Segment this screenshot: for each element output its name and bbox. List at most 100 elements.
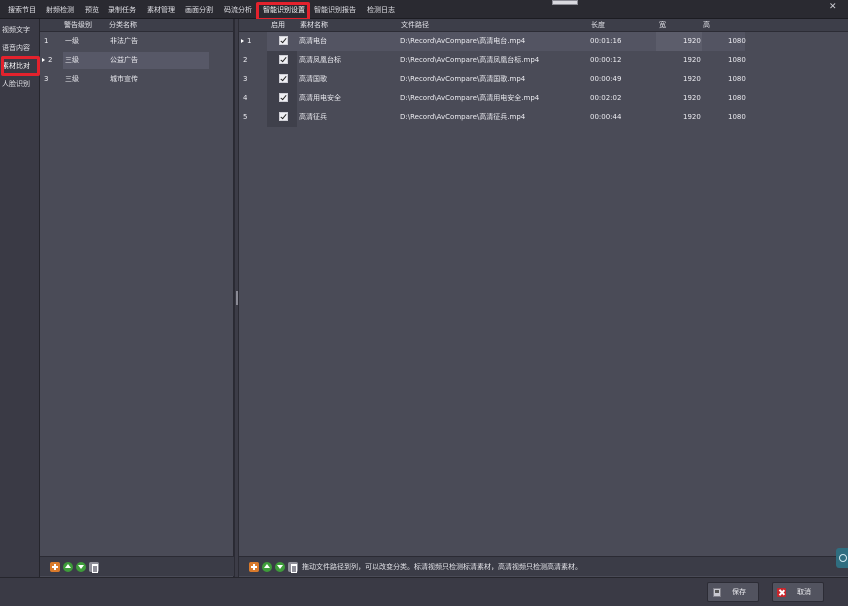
height-cell: 1080 — [728, 56, 746, 64]
category-toolbar — [40, 556, 234, 576]
cancel-button[interactable]: 取消 — [772, 582, 824, 602]
header-alert-level: 警告级别 — [64, 21, 92, 29]
material-table-header: 启用 素材名称 文件路径 长度 宽 高 — [239, 19, 848, 32]
duration-cell: 00:00:44 — [590, 113, 622, 121]
move-up-icon[interactable] — [63, 562, 73, 572]
height-cell: 1080 — [728, 37, 746, 45]
tab-stream-analysis[interactable]: 码流分析 — [224, 3, 252, 17]
alert-level-cell: 一级 — [65, 37, 79, 45]
left-nav: 视频文字 语音内容 素材比对 人脸识别 — [0, 19, 40, 606]
material-name-cell: 高清电台 — [299, 37, 327, 45]
row-index: 2 — [48, 56, 53, 64]
nav-item-material-compare[interactable]: 素材比对 — [2, 59, 30, 73]
cancel-button-label: 取消 — [797, 588, 811, 596]
add-icon[interactable] — [50, 562, 60, 572]
width-cell: 1920 — [683, 94, 701, 102]
duration-cell: 00:02:02 — [590, 94, 622, 102]
alert-level-cell: 三级 — [65, 75, 79, 83]
tab-material-management[interactable]: 素材管理 — [147, 3, 175, 17]
current-row-arrow-icon — [42, 58, 45, 62]
header-height: 高 — [703, 21, 710, 29]
hint-text: 拖动文件路径到列，可以改变分类。标清视频只检测标清素材，高清视频只检测高清素材。 — [302, 563, 582, 571]
row-index: 1 — [247, 37, 252, 45]
width-cell: 1920 — [683, 56, 701, 64]
delete-icon[interactable] — [288, 562, 298, 573]
tab-smart-recognition-report[interactable]: 智能识别报告 — [314, 3, 356, 17]
footer-bar: 保存 取消 — [0, 577, 848, 606]
tab-record-task[interactable]: 录制任务 — [108, 3, 136, 17]
enabled-checkbox[interactable] — [279, 55, 288, 64]
tab-search-program[interactable]: 搜索节目 — [8, 3, 36, 17]
row-index: 5 — [243, 113, 248, 121]
enabled-checkbox[interactable] — [279, 112, 288, 121]
file-path-cell: D:\Record\AvCompare\高清国歌.mp4 — [400, 75, 526, 83]
width-cell: 1920 — [683, 37, 701, 45]
move-up-icon[interactable] — [262, 562, 272, 572]
current-row-arrow-icon — [241, 39, 244, 43]
table-row[interactable]: 4 高清用电安全 D:\Record\AvCompare\高清用电安全.mp4 … — [239, 89, 848, 108]
file-path-cell: D:\Record\AvCompare\高清凤凰台标.mp4 — [400, 56, 540, 64]
tab-screen-split[interactable]: 画面分割 — [185, 3, 213, 17]
material-panel: 启用 素材名称 文件路径 长度 宽 高 1 高清电台 D:\Record\AvC… — [239, 19, 848, 577]
tab-smart-recognition-settings[interactable]: 智能识别设置 — [263, 3, 305, 17]
category-name-cell: 城市宣传 — [110, 75, 138, 83]
header-material-name: 素材名称 — [300, 21, 328, 29]
side-widget-icon[interactable] — [836, 548, 848, 568]
duration-cell: 00:00:12 — [590, 56, 622, 64]
header-enabled: 启用 — [271, 21, 285, 29]
enabled-checkbox[interactable] — [279, 93, 288, 102]
tab-preview[interactable]: 预览 — [85, 3, 99, 17]
close-icon[interactable]: ✕ — [829, 2, 837, 12]
material-name-cell: 高清用电安全 — [299, 94, 341, 102]
table-row[interactable]: 3 三级 城市宣传 — [40, 70, 233, 89]
width-cell: 1920 — [683, 75, 701, 83]
material-name-cell: 高清征兵 — [299, 113, 327, 121]
tab-rf-detection[interactable]: 射频检测 — [46, 3, 74, 17]
file-path-cell: D:\Record\AvCompare\高清用电安全.mp4 — [400, 94, 540, 102]
file-path-cell: D:\Record\AvCompare\高清电台.mp4 — [400, 37, 526, 45]
category-name-cell: 公益广告 — [110, 56, 138, 64]
table-row[interactable]: 2 高清凤凰台标 D:\Record\AvCompare\高清凤凰台标.mp4 … — [239, 51, 848, 70]
height-cell: 1080 — [728, 113, 746, 121]
enabled-checkbox[interactable] — [279, 74, 288, 83]
save-icon — [713, 588, 721, 597]
table-row[interactable]: 1 一级 非法广告 — [40, 32, 233, 51]
delete-icon[interactable] — [89, 562, 99, 573]
header-width: 宽 — [659, 21, 666, 29]
table-row-selected[interactable]: 2 三级 公益广告 — [40, 51, 233, 70]
file-path-cell: D:\Record\AvCompare\高清征兵.mp4 — [400, 113, 526, 121]
top-dropdown-stub — [552, 0, 578, 5]
header-file-path: 文件路径 — [401, 21, 429, 29]
category-table-header: 警告级别 分类名称 — [40, 19, 233, 32]
alert-level-cell: 三级 — [65, 56, 79, 64]
top-menu-bar: 搜索节目 射频检测 预览 录制任务 素材管理 画面分割 码流分析 智能识别设置 … — [0, 0, 848, 19]
duration-cell: 00:00:49 — [590, 75, 622, 83]
tab-detection-log[interactable]: 检测日志 — [367, 3, 395, 17]
row-index: 3 — [44, 75, 49, 83]
save-button[interactable]: 保存 — [707, 582, 759, 602]
height-cell: 1080 — [728, 94, 746, 102]
category-panel: 警告级别 分类名称 1 一级 非法广告 2 三级 公益广告 3 三级 城市宣传 — [40, 19, 234, 577]
nav-item-face-recognition[interactable]: 人脸识别 — [2, 77, 30, 91]
table-row[interactable]: 3 高清国歌 D:\Record\AvCompare\高清国歌.mp4 00:0… — [239, 70, 848, 89]
row-index: 2 — [243, 56, 248, 64]
category-name-cell: 非法广告 — [110, 37, 138, 45]
table-row-selected[interactable]: 1 高清电台 D:\Record\AvCompare\高清电台.mp4 00:0… — [239, 32, 848, 51]
header-duration: 长度 — [591, 21, 605, 29]
material-name-cell: 高清国歌 — [299, 75, 327, 83]
material-name-cell: 高清凤凰台标 — [299, 56, 341, 64]
duration-cell: 00:01:16 — [590, 37, 622, 45]
nav-item-speech-content[interactable]: 语音内容 — [2, 41, 30, 55]
save-button-label: 保存 — [732, 588, 746, 596]
add-icon[interactable] — [249, 562, 259, 572]
nav-item-video-text[interactable]: 视频文字 — [2, 23, 30, 37]
enabled-checkbox[interactable] — [279, 36, 288, 45]
table-row[interactable]: 5 高清征兵 D:\Record\AvCompare\高清征兵.mp4 00:0… — [239, 108, 848, 127]
row-index: 3 — [243, 75, 248, 83]
move-down-icon[interactable] — [275, 562, 285, 572]
height-cell: 1080 — [728, 75, 746, 83]
header-category-name: 分类名称 — [109, 21, 137, 29]
row-index: 4 — [243, 94, 248, 102]
move-down-icon[interactable] — [76, 562, 86, 572]
splitter-grip-icon — [236, 291, 238, 305]
